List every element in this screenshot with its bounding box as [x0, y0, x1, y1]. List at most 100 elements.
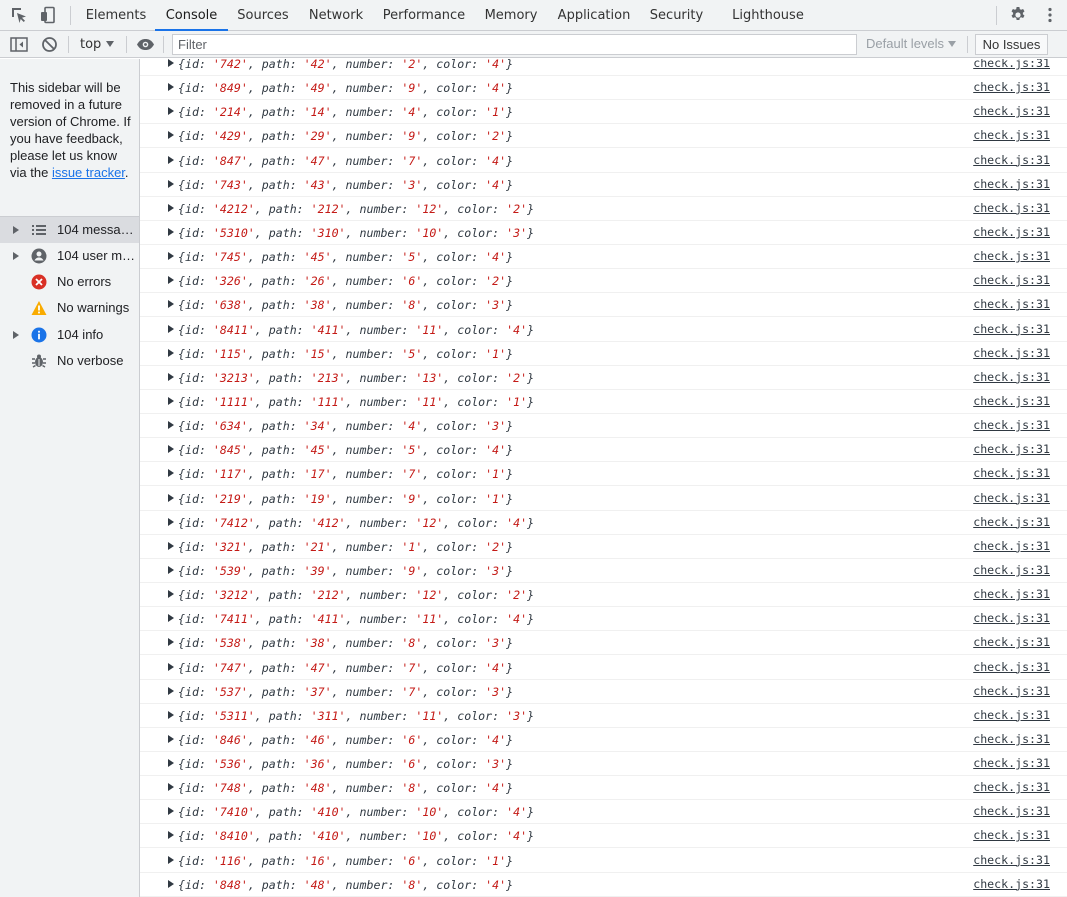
- source-link[interactable]: check.js:31: [973, 708, 1050, 722]
- object-preview[interactable]: {id: '848', path: '48', number: '8', col…: [178, 878, 513, 892]
- tab-performance[interactable]: Performance: [377, 0, 471, 31]
- console-message-row[interactable]: {id: '634', path: '34', number: '4', col…: [140, 414, 1067, 439]
- filter-input[interactable]: [172, 34, 857, 55]
- source-link[interactable]: check.js:31: [973, 80, 1050, 94]
- source-link[interactable]: check.js:31: [973, 780, 1050, 794]
- tab-sources[interactable]: Sources: [229, 0, 297, 31]
- expand-object-arrow-icon[interactable]: [168, 155, 174, 164]
- source-link[interactable]: check.js:31: [973, 466, 1050, 480]
- console-message-row[interactable]: {id: '849', path: '49', number: '9', col…: [140, 76, 1067, 101]
- expand-object-arrow-icon[interactable]: [168, 372, 174, 381]
- tab-application[interactable]: Application: [552, 0, 636, 31]
- source-link[interactable]: check.js:31: [973, 346, 1050, 360]
- expand-object-arrow-icon[interactable]: [168, 59, 174, 67]
- console-message-row[interactable]: {id: '847', path: '47', number: '7', col…: [140, 149, 1067, 173]
- issue-tracker-link[interactable]: issue tracker: [52, 165, 125, 180]
- expand-object-arrow-icon[interactable]: [168, 396, 174, 405]
- object-preview[interactable]: {id: '7412', path: '412', number: '12', …: [178, 516, 534, 530]
- source-link[interactable]: check.js:31: [973, 225, 1050, 239]
- console-message-row[interactable]: {id: '429', path: '29', number: '9', col…: [140, 124, 1067, 149]
- tab-memory[interactable]: Memory: [477, 0, 545, 31]
- object-preview[interactable]: {id: '8410', path: '410', number: '10', …: [178, 829, 534, 843]
- source-link[interactable]: check.js:31: [973, 322, 1050, 336]
- expand-object-arrow-icon[interactable]: [168, 638, 174, 647]
- object-preview[interactable]: {id: '538', path: '38', number: '8', col…: [178, 636, 513, 650]
- source-link[interactable]: check.js:31: [973, 128, 1050, 142]
- expand-object-arrow-icon[interactable]: [168, 855, 174, 864]
- source-link[interactable]: check.js:31: [973, 853, 1050, 867]
- live-expression-eye-icon[interactable]: [136, 38, 155, 51]
- log-levels-dropdown[interactable]: Default levels: [866, 36, 944, 51]
- object-preview[interactable]: {id: '214', path: '14', number: '4', col…: [178, 105, 513, 119]
- expand-object-arrow-icon[interactable]: [168, 759, 174, 768]
- tab-console[interactable]: Console: [155, 0, 228, 31]
- source-link[interactable]: check.js:31: [973, 877, 1050, 891]
- console-message-row[interactable]: {id: '3213', path: '213', number: '13', …: [140, 366, 1067, 390]
- object-preview[interactable]: {id: '116', path: '16', number: '6', col…: [178, 854, 513, 868]
- expand-object-arrow-icon[interactable]: [168, 252, 174, 261]
- console-message-row[interactable]: {id: '536', path: '36', number: '6', col…: [140, 752, 1067, 777]
- console-message-row[interactable]: {id: '748', path: '48', number: '8', col…: [140, 776, 1067, 801]
- sidebar-item-verbose[interactable]: No verbose: [0, 348, 139, 374]
- source-link[interactable]: check.js:31: [973, 273, 1050, 287]
- expand-object-arrow-icon[interactable]: [168, 831, 174, 840]
- source-link[interactable]: check.js:31: [973, 563, 1050, 577]
- console-message-row[interactable]: {id: '539', path: '39', number: '9', col…: [140, 559, 1067, 583]
- expand-object-arrow-icon[interactable]: [168, 179, 174, 188]
- console-message-row[interactable]: {id: '321', path: '21', number: '1', col…: [140, 535, 1067, 559]
- console-message-row[interactable]: {id: '7412', path: '412', number: '12', …: [140, 511, 1067, 535]
- console-message-row[interactable]: {id: '745', path: '45', number: '5', col…: [140, 245, 1067, 270]
- object-preview[interactable]: {id: '115', path: '15', number: '5', col…: [178, 347, 513, 361]
- expand-object-arrow-icon[interactable]: [168, 203, 174, 212]
- expand-object-arrow-icon[interactable]: [168, 421, 174, 430]
- settings-gear-icon[interactable]: [1009, 6, 1027, 24]
- object-preview[interactable]: {id: '846', path: '46', number: '6', col…: [178, 733, 513, 747]
- console-message-row[interactable]: {id: '848', path: '48', number: '8', col…: [140, 873, 1067, 897]
- expand-object-arrow-icon[interactable]: [168, 348, 174, 357]
- object-preview[interactable]: {id: '634', path: '34', number: '4', col…: [178, 419, 513, 433]
- object-preview[interactable]: {id: '7410', path: '410', number: '10', …: [178, 805, 534, 819]
- console-message-row[interactable]: {id: '1111', path: '111', number: '11', …: [140, 390, 1067, 414]
- object-preview[interactable]: {id: '3212', path: '212', number: '12', …: [178, 588, 534, 602]
- expand-object-arrow-icon[interactable]: [168, 710, 174, 719]
- object-preview[interactable]: {id: '849', path: '49', number: '9', col…: [178, 81, 513, 95]
- source-link[interactable]: check.js:31: [973, 587, 1050, 601]
- expand-object-arrow-icon[interactable]: [168, 686, 174, 695]
- sidebar-toggle-icon[interactable]: [10, 36, 28, 53]
- source-link[interactable]: check.js:31: [973, 153, 1050, 167]
- object-preview[interactable]: {id: '539', path: '39', number: '9', col…: [178, 564, 513, 578]
- object-preview[interactable]: {id: '1111', path: '111', number: '11', …: [178, 395, 534, 409]
- source-link[interactable]: check.js:31: [973, 418, 1050, 432]
- source-link[interactable]: check.js:31: [973, 660, 1050, 674]
- source-link[interactable]: check.js:31: [973, 491, 1050, 505]
- expand-object-arrow-icon[interactable]: [168, 662, 174, 671]
- object-preview[interactable]: {id: '745', path: '45', number: '5', col…: [178, 250, 513, 264]
- console-message-row[interactable]: {id: '5310', path: '310', number: '10', …: [140, 221, 1067, 245]
- expand-object-arrow-icon[interactable]: [168, 445, 174, 454]
- source-link[interactable]: check.js:31: [973, 515, 1050, 529]
- console-message-row[interactable]: {id: '846', path: '46', number: '6', col…: [140, 728, 1067, 752]
- expand-object-arrow-icon[interactable]: [168, 590, 174, 599]
- source-link[interactable]: check.js:31: [973, 370, 1050, 384]
- source-link[interactable]: check.js:31: [973, 684, 1050, 698]
- console-message-row[interactable]: {id: '538', path: '38', number: '8', col…: [140, 631, 1067, 656]
- console-message-row[interactable]: {id: '7411', path: '411', number: '11', …: [140, 607, 1067, 632]
- object-preview[interactable]: {id: '429', path: '29', number: '9', col…: [178, 129, 513, 143]
- console-message-row[interactable]: {id: '7410', path: '410', number: '10', …: [140, 800, 1067, 825]
- console-message-row[interactable]: {id: '4212', path: '212', number: '12', …: [140, 197, 1067, 221]
- device-toolbar-icon[interactable]: [39, 6, 57, 24]
- object-preview[interactable]: {id: '537', path: '37', number: '7', col…: [178, 685, 513, 699]
- expand-arrow-icon[interactable]: [13, 331, 19, 339]
- tab-security[interactable]: Security: [642, 0, 711, 31]
- console-message-row[interactable]: {id: '743', path: '43', number: '3', col…: [140, 173, 1067, 197]
- expand-object-arrow-icon[interactable]: [168, 734, 174, 743]
- tab-lighthouse[interactable]: Lighthouse: [725, 0, 811, 31]
- console-message-row[interactable]: {id: '116', path: '16', number: '6', col…: [140, 849, 1067, 873]
- expand-object-arrow-icon[interactable]: [168, 276, 174, 285]
- object-preview[interactable]: {id: '536', path: '36', number: '6', col…: [178, 757, 513, 771]
- console-message-row[interactable]: {id: '3212', path: '212', number: '12', …: [140, 583, 1067, 608]
- source-link[interactable]: check.js:31: [973, 394, 1050, 408]
- source-link[interactable]: check.js:31: [973, 201, 1050, 215]
- console-message-row[interactable]: {id: '219', path: '19', number: '9', col…: [140, 487, 1067, 511]
- console-message-row[interactable]: {id: '214', path: '14', number: '4', col…: [140, 100, 1067, 125]
